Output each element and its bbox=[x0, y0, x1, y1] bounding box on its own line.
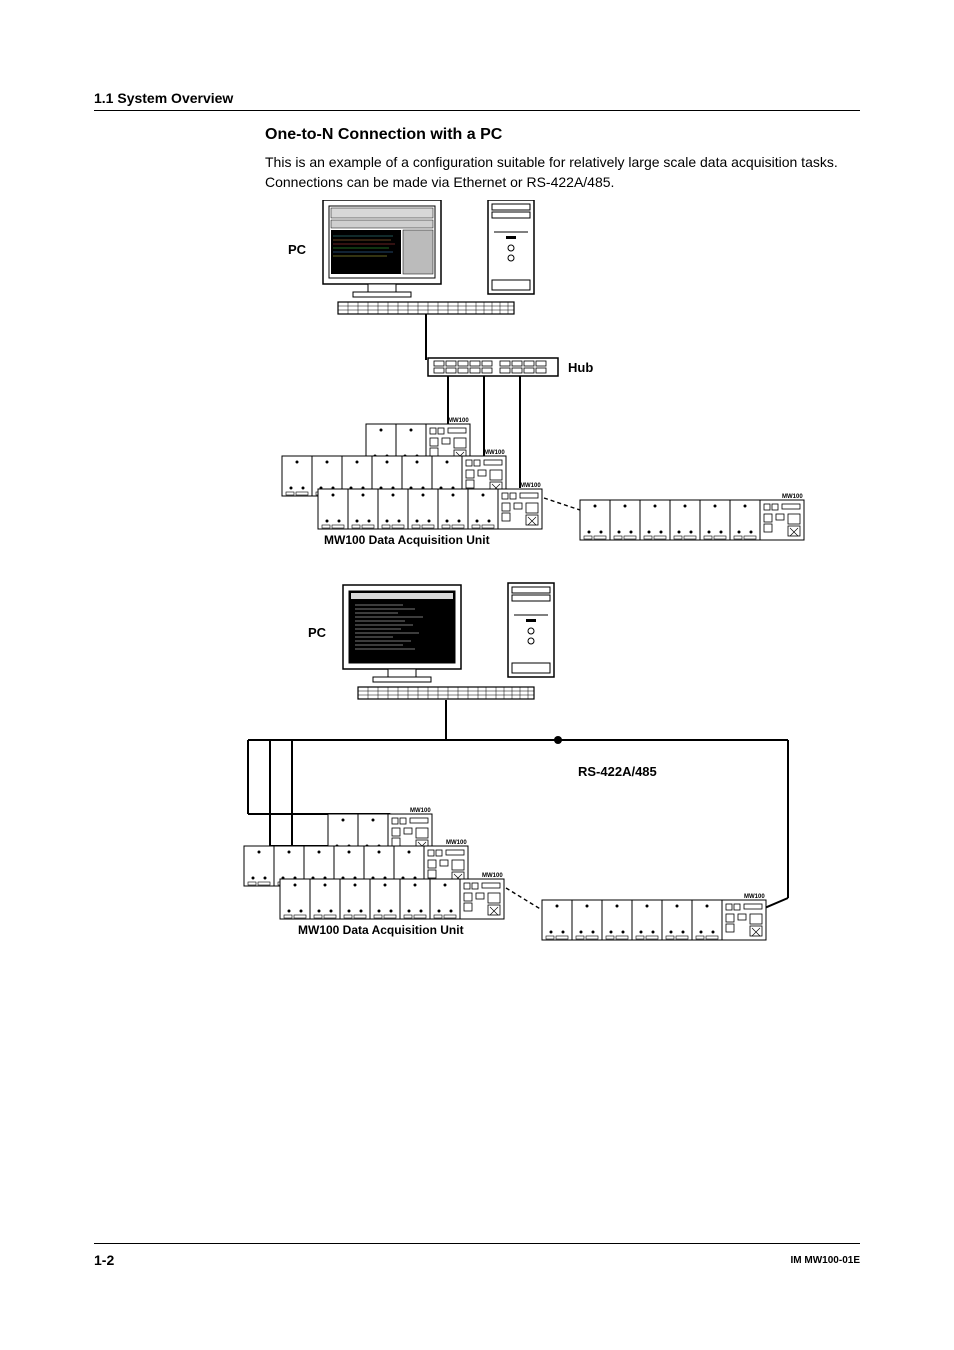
body-paragraph: This is an example of a configuration su… bbox=[265, 152, 861, 193]
footer-rule bbox=[94, 1243, 860, 1244]
label-pc-2: PC bbox=[308, 625, 327, 640]
label-pc-1: PC bbox=[288, 242, 307, 257]
content-block: One-to-N Connection with a PC This is an… bbox=[265, 126, 861, 193]
label-unit-1: MW100 Data Acquisition Unit bbox=[324, 533, 490, 547]
subheading: One-to-N Connection with a PC bbox=[265, 126, 861, 144]
label-rs: RS-422A/485 bbox=[578, 764, 657, 779]
label-hub: Hub bbox=[568, 360, 593, 375]
section-header-row: 1.1 System Overview bbox=[94, 90, 860, 111]
diagram-figure: MW100 MW100 PC Hub bbox=[228, 200, 828, 1020]
label-unit-2: MW100 Data Acquisition Unit bbox=[298, 923, 464, 937]
section-header: 1.1 System Overview bbox=[94, 90, 860, 111]
page-number: 1-2 bbox=[94, 1252, 114, 1268]
document-id: IM MW100-01E bbox=[791, 1255, 860, 1266]
